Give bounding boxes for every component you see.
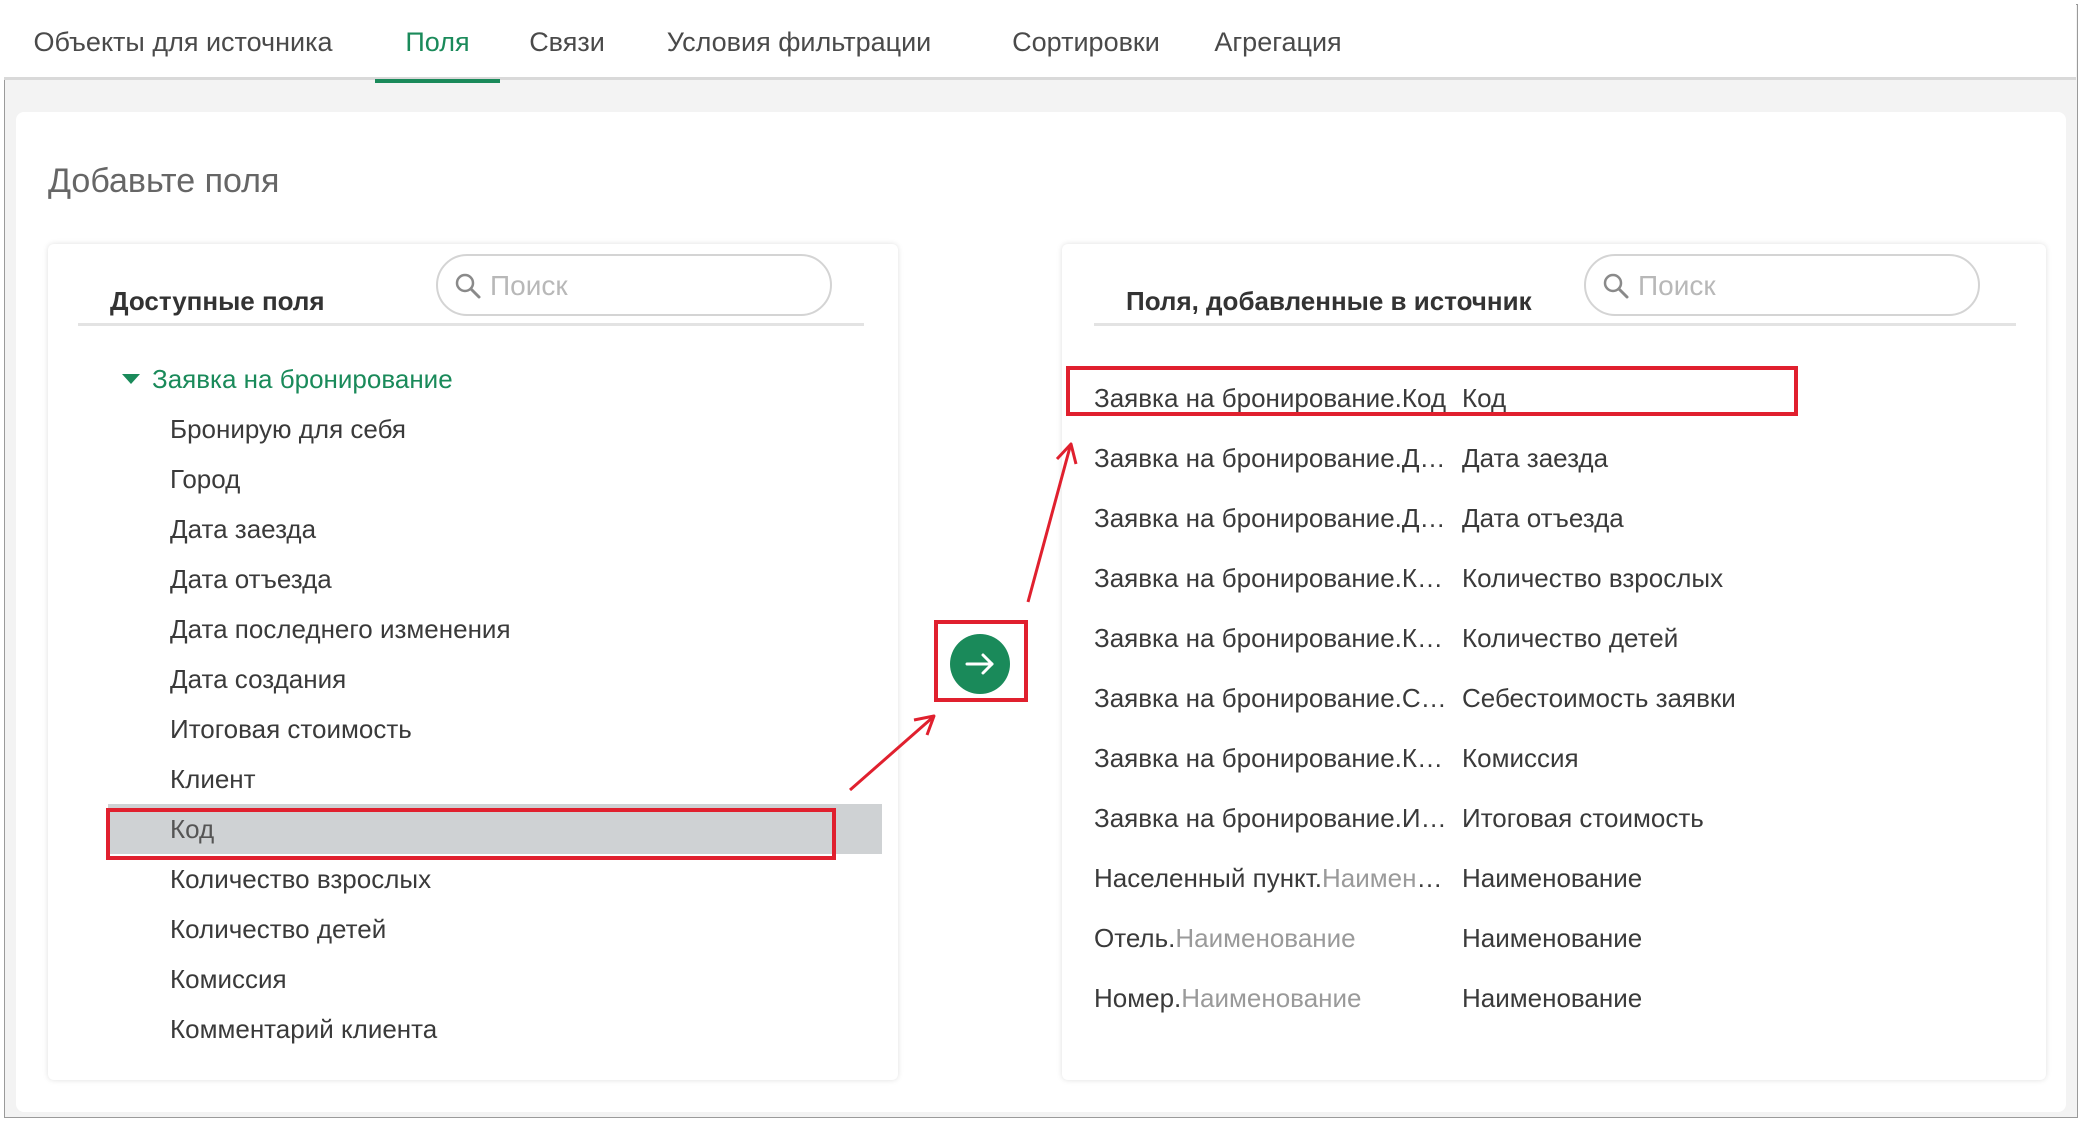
field-name: Код xyxy=(1462,383,1507,413)
table-row[interactable]: Заявка на бронирование.Комиссия Комиссия xyxy=(1094,728,2014,788)
field-path: Заявка на бронирование.Дата заезда xyxy=(1094,443,1454,473)
field-path: Заявка на бронирование.Себестоимость зая… xyxy=(1094,683,1454,713)
table-row[interactable]: Отель.Наименование Наименование xyxy=(1094,908,2014,968)
table-row[interactable]: Заявка на бронирование.Количество детей … xyxy=(1094,608,2014,668)
tab-filter-conditions[interactable]: Условия фильтрации xyxy=(654,4,944,80)
field-path: Заявка на бронирование.Количество детей xyxy=(1094,623,1454,653)
tab-source-objects[interactable]: Объекты для источника xyxy=(24,4,342,80)
tab-fields[interactable]: Поля xyxy=(375,4,500,83)
tree-group-booking-request[interactable]: Заявка на бронирование xyxy=(122,364,453,395)
available-fields-title: Доступные поля xyxy=(110,286,325,316)
table-row[interactable]: Заявка на бронирование.Себестоимость зая… xyxy=(1094,668,2014,728)
field-name: Наименование xyxy=(1462,863,1643,893)
list-item[interactable]: Комиссия xyxy=(108,954,882,1004)
field-name: Себестоимость заявки xyxy=(1462,683,1736,713)
table-row[interactable]: Заявка на бронирование.Дата отъезда Дата… xyxy=(1094,488,2014,548)
divider xyxy=(1094,323,2016,326)
field-path: Населенный пункт.Наименование xyxy=(1094,863,1454,893)
list-item[interactable]: Количество детей xyxy=(108,904,882,954)
added-fields-title: Поля, добавленные в источник xyxy=(1126,286,1532,316)
list-item[interactable]: Дата последнего изменения xyxy=(108,604,882,654)
field-name: Дата отъезда xyxy=(1462,503,1624,533)
field-path: Заявка на бронирование.Код xyxy=(1094,383,1447,413)
divider xyxy=(78,323,864,326)
tab-sorting[interactable]: Сортировки xyxy=(986,4,1186,80)
tab-links[interactable]: Связи xyxy=(517,4,617,80)
added-search-input[interactable] xyxy=(1636,264,1960,308)
table-row[interactable]: Заявка на бронирование.Дата заезда Дата … xyxy=(1094,428,2014,488)
search-icon xyxy=(455,273,481,299)
list-item[interactable]: Клиент xyxy=(108,754,882,804)
caret-down-icon[interactable] xyxy=(122,374,140,385)
list-item[interactable]: Дата заезда xyxy=(108,504,882,554)
field-name: Комиссия xyxy=(1462,743,1579,773)
table-row[interactable]: Заявка на бронирование.Итоговая стоимост… xyxy=(1094,788,2014,848)
field-path: Заявка на бронирование.Комиссия xyxy=(1094,743,1454,773)
added-search[interactable] xyxy=(1584,254,1980,316)
tree-group-label: Заявка на бронирование xyxy=(152,364,453,394)
list-item[interactable]: Город xyxy=(108,454,882,504)
field-path: Заявка на бронирование.Итоговая стоимост… xyxy=(1094,803,1454,833)
field-path: Номер.Наименование xyxy=(1094,983,1362,1013)
available-fields-list: Бронирую для себя Город Дата заезда Дата… xyxy=(108,404,882,1059)
list-item[interactable]: Дата отъезда xyxy=(108,554,882,604)
tab-bar: Объекты для источника Поля Связи Условия… xyxy=(4,4,2076,83)
available-search-input[interactable] xyxy=(488,264,812,308)
field-path: Заявка на бронирование.Дата отъезда xyxy=(1094,503,1454,533)
tab-aggregation[interactable]: Агрегация xyxy=(1200,4,1356,80)
list-item[interactable]: Итоговая стоимость xyxy=(108,704,882,754)
field-path: Отель.Наименование xyxy=(1094,923,1356,953)
table-row[interactable]: Заявка на бронирование.Количество взросл… xyxy=(1094,548,2014,608)
field-name: Количество взрослых xyxy=(1462,563,1724,593)
table-row[interactable]: Населенный пункт.Наименование Наименован… xyxy=(1094,848,2014,908)
table-row[interactable]: Заявка на бронирование.Код Код xyxy=(1094,368,2014,428)
list-item[interactable]: Комментарий клиента xyxy=(108,1004,882,1054)
field-name: Наименование xyxy=(1462,983,1643,1013)
field-name: Итоговая стоимость xyxy=(1462,803,1704,833)
search-icon xyxy=(1603,273,1629,299)
table-row[interactable]: Номер.Наименование Наименование xyxy=(1094,968,2014,1028)
list-item[interactable]: Количество взрослых xyxy=(108,854,882,904)
list-item-selected[interactable]: Код xyxy=(108,804,882,854)
available-fields-panel: Доступные поля Заявка на бронирование Бр… xyxy=(48,244,898,1080)
added-fields-panel: Поля, добавленные в источник Заявка на б… xyxy=(1062,244,2046,1080)
page-title: Добавьте поля xyxy=(48,162,280,200)
list-item[interactable]: Бронирую для себя xyxy=(108,404,882,454)
available-search[interactable] xyxy=(436,254,832,316)
arrow-right-icon xyxy=(965,653,994,675)
field-path: Заявка на бронирование.Количество взросл… xyxy=(1094,563,1454,593)
add-field-button[interactable] xyxy=(950,634,1010,694)
list-item[interactable]: Дата создания xyxy=(108,654,882,704)
field-name: Наименование xyxy=(1462,923,1643,953)
field-name: Дата заезда xyxy=(1462,443,1609,473)
added-fields-list: Заявка на бронирование.Код Код Заявка на… xyxy=(1094,368,2014,1028)
field-name: Количество детей xyxy=(1462,623,1679,653)
